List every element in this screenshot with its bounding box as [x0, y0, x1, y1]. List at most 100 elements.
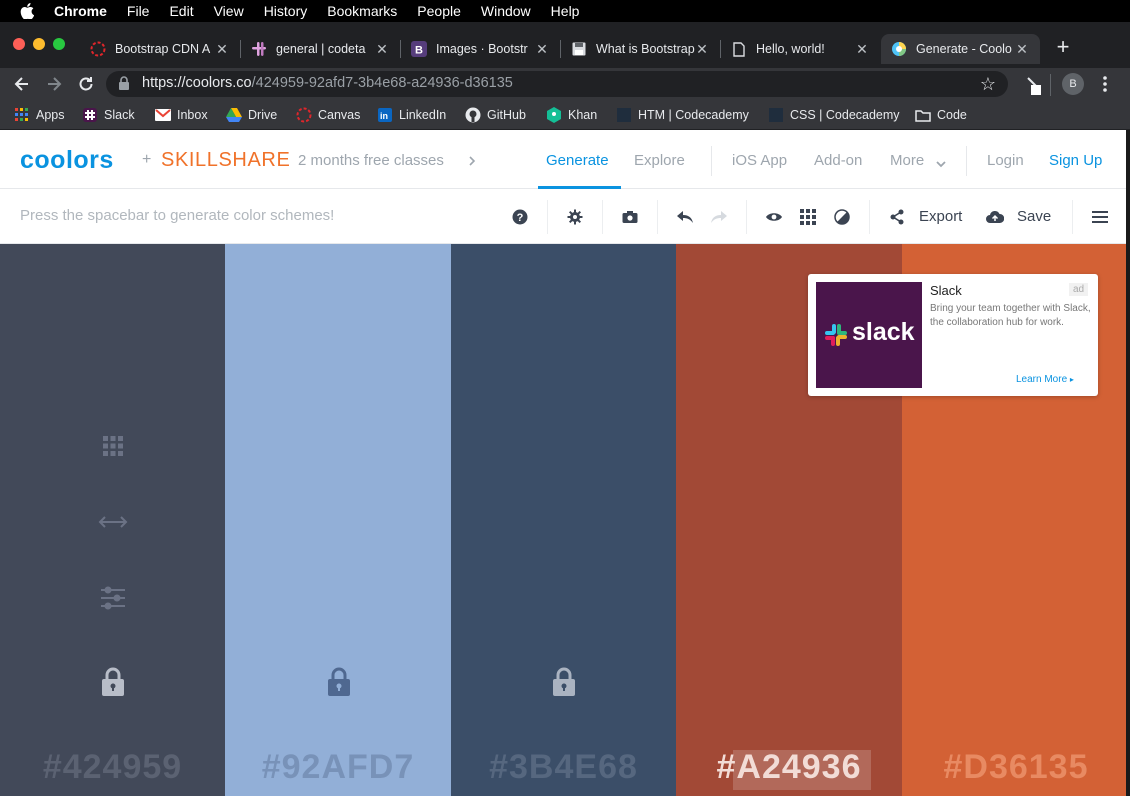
cloud-upload-icon[interactable]: [986, 208, 1004, 226]
slack-icon: [251, 41, 267, 57]
tab-coolors-generate[interactable]: Generate - Coolo ✕: [881, 34, 1040, 64]
eye-icon[interactable]: [765, 208, 783, 226]
nav-more[interactable]: More: [890, 152, 924, 169]
close-tab-icon[interactable]: ✕: [854, 41, 870, 57]
skillshare-logo[interactable]: SKILLSHARE: [161, 149, 290, 172]
back-button[interactable]: [12, 74, 32, 94]
menu-history[interactable]: History: [264, 3, 308, 19]
close-tab-icon[interactable]: ✕: [214, 41, 230, 57]
tab-title: Bootstrap CDN A: [115, 42, 211, 56]
plus-sign: +: [142, 151, 152, 168]
bookmark-khan[interactable]: Khan: [546, 106, 597, 124]
lock-icon[interactable]: [325, 667, 353, 696]
bookmark-htm-codecademy[interactable]: HTM | Codecademy: [616, 106, 749, 124]
drag-handle-icon[interactable]: [99, 432, 127, 460]
menu-window[interactable]: Window: [481, 3, 531, 19]
chevron-down-icon[interactable]: [935, 156, 947, 168]
nav-addon[interactable]: Add-on: [814, 152, 862, 169]
bookmark-label: Slack: [104, 108, 135, 122]
menu-view[interactable]: View: [214, 3, 244, 19]
bookmark-label: Drive: [248, 108, 278, 122]
ad-cta-label: Learn More: [1016, 374, 1068, 385]
help-icon[interactable]: ?: [511, 208, 529, 226]
bookmark-label: Canvas: [318, 108, 361, 122]
bookmark-label: GitHub: [487, 108, 526, 122]
menu-file[interactable]: File: [127, 3, 150, 19]
hex-code-label[interactable]: #3B4E68: [451, 748, 676, 792]
close-tab-icon[interactable]: ✕: [1014, 41, 1030, 57]
redo-icon[interactable]: [710, 208, 728, 226]
extension-icon[interactable]: [1024, 76, 1042, 96]
svg-text:?: ?: [517, 212, 524, 224]
menu-bookmarks[interactable]: Bookmarks: [327, 3, 397, 19]
hex-code-label[interactable]: #D36135: [902, 748, 1130, 792]
settings-gear-icon[interactable]: [566, 208, 584, 226]
tab-what-is-bootstrap[interactable]: What is Bootstrap ✕: [561, 34, 720, 64]
close-tab-icon[interactable]: ✕: [374, 41, 390, 57]
hex-code-label[interactable]: #424959: [0, 748, 225, 792]
url-text[interactable]: https://coolors.co/424959-92afd7-3b4e68-…: [142, 75, 513, 91]
minimize-window-button[interactable]: [33, 38, 45, 50]
lock-icon[interactable]: [550, 667, 578, 696]
nav-generate[interactable]: Generate: [546, 152, 609, 169]
signup-link[interactable]: Sign Up: [1049, 152, 1102, 169]
codecademy-icon: [616, 107, 632, 123]
login-link[interactable]: Login: [987, 152, 1024, 169]
apple-icon[interactable]: [20, 3, 36, 19]
camera-icon[interactable]: [621, 208, 639, 226]
nav-divider: [711, 146, 712, 176]
profile-avatar[interactable]: B: [1062, 73, 1084, 95]
tab-bootstrap-cdn[interactable]: Bootstrap CDN A ✕: [80, 34, 240, 64]
bookmark-css-codecademy[interactable]: CSS | Codecademy: [768, 106, 900, 124]
promo-link[interactable]: 2 months free classes: [298, 152, 444, 169]
grid-view-icon[interactable]: [799, 208, 817, 226]
bookmark-drive[interactable]: Drive: [226, 106, 277, 124]
tab-slack-general[interactable]: general | codeta ✕: [241, 34, 400, 64]
bookmark-github[interactable]: GitHub: [465, 106, 526, 124]
bookmark-label: HTM | Codecademy: [638, 108, 749, 122]
tab-title: What is Bootstrap: [596, 42, 695, 56]
menu-help[interactable]: Help: [551, 3, 580, 19]
nav-explore[interactable]: Explore: [634, 152, 685, 169]
undo-icon[interactable]: [676, 208, 694, 226]
bookmark-inbox[interactable]: Inbox: [155, 106, 208, 124]
menu-app-name[interactable]: Chrome: [54, 3, 107, 19]
close-tab-icon[interactable]: ✕: [534, 41, 550, 57]
menu-people[interactable]: People: [417, 3, 461, 19]
coolors-logo[interactable]: coolors: [20, 146, 114, 175]
hex-code-label[interactable]: #92AFD7: [225, 748, 451, 792]
new-tab-button[interactable]: +: [1054, 36, 1072, 58]
sliders-icon[interactable]: [99, 584, 127, 612]
bookmark-star-icon[interactable]: ☆: [978, 74, 998, 94]
color-column-3[interactable]: [451, 244, 676, 796]
save-button[interactable]: Save: [1017, 208, 1051, 225]
lock-icon[interactable]: [99, 667, 127, 696]
tab-images-bootstrap[interactable]: B Images · Bootstr ✕: [401, 34, 560, 64]
bookmark-code-folder[interactable]: Code: [915, 106, 967, 124]
bookmark-canvas[interactable]: Canvas: [296, 106, 360, 124]
ad-learn-more-link[interactable]: Learn More ▸: [1016, 374, 1074, 385]
menu-edit[interactable]: Edit: [169, 3, 193, 19]
color-column-2[interactable]: [225, 244, 451, 796]
nav-ios-app[interactable]: iOS App: [732, 152, 787, 169]
slack-icon: [82, 107, 98, 123]
adjust-palette-icon[interactable]: [833, 208, 851, 226]
forward-button[interactable]: [44, 74, 64, 94]
ad-title[interactable]: Slack: [930, 283, 962, 298]
chrome-menu-icon[interactable]: [1100, 74, 1110, 94]
bookmark-slack[interactable]: Slack: [82, 106, 135, 124]
close-tab-icon[interactable]: ✕: [694, 41, 710, 57]
tab-hello-world[interactable]: Hello, world! ✕: [721, 34, 880, 64]
zoom-window-button[interactable]: [53, 38, 65, 50]
bookmark-linkedin[interactable]: in LinkedIn: [377, 106, 446, 124]
bookmark-apps[interactable]: Apps: [14, 106, 65, 124]
hamburger-menu-icon[interactable]: [1091, 208, 1109, 226]
hex-code-label[interactable]: #A24936: [676, 748, 902, 792]
export-button[interactable]: Export: [919, 208, 962, 225]
horizontal-arrows-icon[interactable]: [98, 508, 128, 536]
close-window-button[interactable]: [13, 38, 25, 50]
reload-button[interactable]: [76, 74, 96, 94]
share-icon[interactable]: [888, 208, 906, 226]
lock-icon[interactable]: [118, 76, 132, 92]
bookmark-label: LinkedIn: [399, 108, 447, 122]
